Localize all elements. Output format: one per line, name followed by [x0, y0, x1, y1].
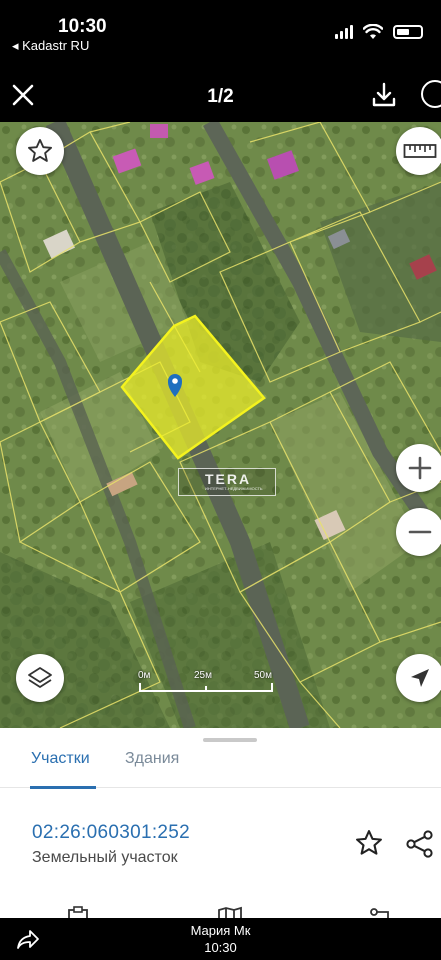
- watermark-subtext: ИНТЕРНЕТ-НЕДВИЖИМОСТЬ: [205, 486, 263, 491]
- zoom-out-button[interactable]: [396, 508, 441, 556]
- layers-button[interactable]: [16, 654, 64, 702]
- back-to-app-link[interactable]: ◂ Kadastr RU: [12, 38, 89, 54]
- zoom-in-button[interactable]: [396, 444, 441, 492]
- scale-label-50: 50м: [254, 670, 272, 681]
- map-icon[interactable]: [217, 906, 243, 918]
- scale-label-25: 25м: [194, 670, 212, 681]
- add-favorite-icon[interactable]: [354, 828, 384, 858]
- download-icon[interactable]: [369, 80, 399, 110]
- satellite-map-image: [0, 122, 441, 728]
- document-icon[interactable]: [65, 906, 91, 918]
- favorite-button[interactable]: [16, 127, 64, 175]
- my-location-button[interactable]: [396, 654, 441, 702]
- ruler-icon: [403, 144, 437, 158]
- object-tabs: Участки Здания: [0, 744, 441, 789]
- layers-icon: [28, 667, 52, 688]
- ongoing-call-bar[interactable]: Мария Мк 10:30: [0, 918, 441, 960]
- watermark-text: TERA: [205, 471, 252, 487]
- status-time: 10:30: [58, 16, 107, 37]
- tab-parcels[interactable]: Участки: [31, 750, 90, 768]
- tab-buildings[interactable]: Здания: [125, 750, 179, 768]
- scale-label-0: 0м: [138, 670, 151, 681]
- share-icon[interactable]: [404, 828, 436, 860]
- active-tab-indicator: [30, 786, 96, 789]
- cadastral-number[interactable]: 02:26:060301:252: [32, 822, 190, 844]
- more-icon[interactable]: [421, 80, 441, 108]
- plus-icon: [408, 456, 432, 480]
- cadastral-map[interactable]: TERA ИНТЕРНЕТ-НЕДВИЖИМОСТЬ 0м 25м 50м: [0, 122, 441, 728]
- tera-watermark: TERA ИНТЕРНЕТ-НЕДВИЖИМОСТЬ: [178, 468, 276, 496]
- ruler-button[interactable]: [396, 127, 441, 175]
- location-arrow-icon: [411, 669, 429, 687]
- route-icon[interactable]: [368, 906, 394, 918]
- scale-bar: 0м 25м 50м: [138, 670, 274, 694]
- battery-icon: [393, 25, 423, 39]
- call-time: 10:30: [204, 940, 237, 955]
- viewer-toolbar: 1/2: [0, 70, 441, 122]
- status-bar: 10:30 ◂ Kadastr RU: [0, 0, 441, 70]
- signal-icon: [335, 25, 353, 39]
- caller-name: Мария Мк: [190, 923, 251, 938]
- star-icon: [27, 138, 53, 162]
- status-icons: [335, 24, 423, 40]
- parcel-info-sheet: Участки Здания 02:26:060301:252 Земельны…: [0, 728, 441, 918]
- object-type-label: Земельный участок: [32, 849, 178, 866]
- minus-icon: [408, 530, 432, 534]
- sheet-drag-handle[interactable]: [203, 738, 257, 742]
- wifi-icon: [363, 24, 383, 39]
